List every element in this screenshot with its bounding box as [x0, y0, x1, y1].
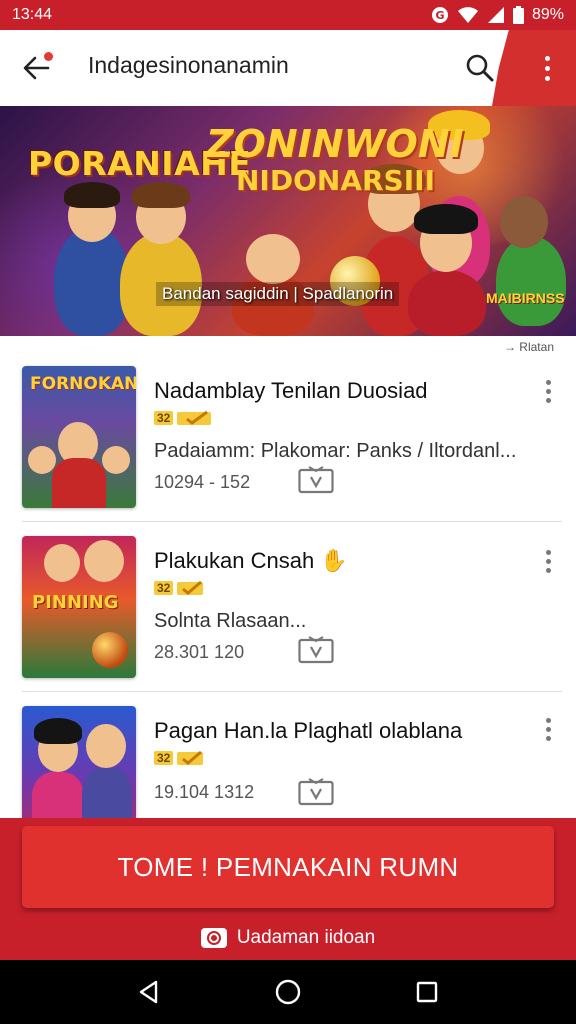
search-icon — [466, 54, 494, 82]
rating-badges: 32 — [154, 410, 212, 426]
check-badge-icon — [177, 750, 204, 765]
game-thumbnail: FORNOKAN — [22, 366, 136, 508]
kebab-dot — [545, 558, 551, 564]
character-figure — [54, 226, 130, 336]
character-head — [246, 234, 300, 284]
more-options-button[interactable] — [534, 48, 560, 88]
game-thumbnail: PINNING — [22, 536, 136, 678]
item-title: Pagan Han.la Plaghatl olablana — [154, 718, 463, 743]
kebab-dot — [545, 726, 551, 732]
thumbnail-character — [86, 724, 126, 768]
item-title-text: Plakukan Cnsah — [154, 548, 315, 573]
rating-badges: 32 — [154, 580, 204, 596]
banner-title-right: ZONINWONI — [206, 122, 464, 166]
item-meta: 19.104 1312 — [154, 782, 255, 802]
nav-recents-button[interactable] — [407, 972, 447, 1012]
nav-back-button[interactable] — [129, 972, 169, 1012]
thumbnail-character-body — [32, 772, 84, 818]
list-item[interactable]: PINNING Plakukan Cnsah ✋ 32 Solnta Rlasa… — [0, 522, 576, 690]
footer-link[interactable]: Uadaman iidoan — [0, 920, 576, 956]
character-figure — [496, 236, 566, 326]
kebab-dot — [545, 388, 551, 394]
battery-percent: 89% — [531, 6, 564, 23]
app-screen: 13:44 G 89% Indagesinonanamin PORANIAHE … — [0, 0, 576, 1024]
tv-icon — [298, 778, 334, 806]
thumbnail-character-body — [82, 768, 132, 818]
item-title: Plakukan Cnsah ✋ — [154, 548, 348, 574]
item-title: Nadamblay Tenilan Duosiad — [154, 378, 428, 403]
video-icon — [200, 928, 227, 948]
notification-dot — [44, 52, 53, 61]
thumbnail-character — [102, 446, 130, 474]
game-thumbnail — [22, 706, 136, 818]
kebab-icon — [545, 549, 551, 555]
character-hair — [414, 204, 478, 234]
kebab-dot — [545, 397, 551, 403]
hand-icon: ✋ — [320, 548, 348, 573]
item-meta: 10294 - 152 — [154, 472, 251, 492]
thumbnail-character — [84, 540, 124, 582]
thumbnail-character-hair — [34, 718, 82, 744]
video-icon-dot — [206, 931, 221, 945]
character-figure — [408, 270, 486, 336]
wifi-icon — [457, 7, 478, 23]
page-title: Indagesinonanamin — [88, 52, 289, 78]
nav-recents-icon — [416, 981, 437, 1003]
kebab-dot — [545, 567, 551, 573]
tv-icon — [298, 636, 334, 664]
character-hair — [132, 182, 190, 208]
vpn-icon: G — [431, 7, 448, 23]
list-item[interactable]: FORNOKAN Nadamblay Tenilan Duosiad 32 Pa… — [0, 352, 576, 520]
banner-title-right-sub: NIDONARSIII — [236, 164, 435, 197]
signal-icon — [487, 7, 504, 23]
search-button[interactable] — [460, 48, 500, 88]
thumbnail-ball — [92, 632, 128, 668]
thumbnail-title: PINNING — [32, 592, 119, 613]
item-meta: 28.301 120 — [154, 642, 245, 662]
tv-icon — [298, 466, 334, 494]
banner-tagline: Bandan sagiddin | Spadlanorin — [156, 282, 400, 306]
status-icons: G 89% — [431, 6, 564, 24]
item-description: Solnta Rlasaan... — [154, 610, 307, 632]
more-vert-dot — [544, 65, 550, 71]
item-description: Padaiamm: Plakomar: Panks / Iltordanl... — [154, 440, 517, 462]
kebab-icon — [545, 379, 551, 385]
rating-badges: 32 — [154, 750, 204, 766]
list-item[interactable]: Pagan Han.la Plaghatl olablana 32 19.104… — [0, 692, 576, 818]
primary-cta-button[interactable]: TOME ! PEMNAKAIN RUMN — [22, 826, 554, 908]
banner-brand-logo: MAIBIRNSS — [486, 290, 565, 306]
item-menu-button[interactable] — [538, 714, 558, 744]
nav-back-icon — [140, 980, 158, 1004]
rating-badge: 32 — [154, 581, 174, 595]
featured-banner[interactable]: PORANIAHE ZONINWONI NIDONARSIII Bandan s… — [0, 106, 576, 336]
item-menu-button[interactable] — [538, 546, 558, 576]
kebab-dot — [545, 735, 551, 741]
item-menu-button[interactable] — [538, 376, 558, 406]
nav-home-button[interactable] — [268, 972, 308, 1012]
back-button[interactable] — [0, 30, 72, 106]
more-vert-icon — [544, 55, 550, 61]
character-hair — [64, 182, 120, 208]
thumbnail-title: FORNOKAN — [30, 374, 136, 394]
footer-label: Uadaman iidoan — [236, 927, 376, 948]
thumbnail-character-body — [52, 458, 106, 508]
app-bar: Indagesinonanamin — [0, 30, 576, 106]
check-badge-icon — [177, 580, 204, 595]
system-nav-bar — [0, 960, 576, 1024]
battery-icon — [512, 6, 524, 24]
thumbnail-character — [28, 446, 56, 474]
thumbnail-character — [44, 544, 80, 582]
rating-badge: 32 — [154, 751, 174, 765]
nav-home-icon — [275, 979, 301, 1005]
more-vert-dot — [544, 75, 550, 81]
character-head — [500, 196, 548, 248]
status-time: 13:44 — [12, 6, 53, 23]
rating-badge: 32 — [154, 411, 174, 425]
check-badge-icon — [177, 410, 212, 425]
svg-text:G: G — [435, 9, 444, 22]
kebab-icon — [545, 717, 551, 723]
status-bar: 13:44 G 89% — [0, 0, 576, 30]
